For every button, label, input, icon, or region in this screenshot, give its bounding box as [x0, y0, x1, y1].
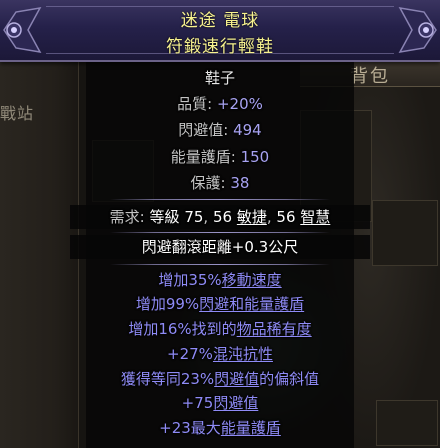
mod-keyword[interactable]: 混沌抗性 [213, 345, 273, 363]
item-base-type: 符鍛速行輕鞋 [166, 37, 274, 57]
explicit-mod: +75閃避值 [0, 393, 440, 413]
property-evasion: 閃避值: 494 [178, 121, 262, 139]
mod-text: 的偏斜值 [259, 370, 320, 388]
explicit-mod: +23最大能量護盾 [0, 418, 440, 438]
requirement-int-label: 智慧 [300, 208, 331, 226]
mod-text: 獲得等同23% [120, 370, 215, 388]
property-value: 38 [230, 174, 250, 192]
requirement-int-value: 56 [276, 208, 296, 226]
separator [110, 199, 330, 200]
property-label: 能量護盾 [170, 148, 231, 166]
requirement-dex-label: 敏捷 [236, 208, 267, 226]
property-quality: 品質: +20% [177, 95, 263, 113]
implicit-mod: 閃避翻滾距離+0.3公尺 [141, 238, 299, 256]
mod-text: +23最大 [159, 419, 221, 437]
tooltip-header: 迷途 電球 符鍛速行輕鞋 [0, 0, 440, 62]
explicit-mod: 增加16%找到的物品稀有度 [0, 319, 440, 339]
property-label: 保護 [190, 174, 221, 192]
requirement-level-label: 等級 [149, 208, 180, 226]
property-value: 150 [240, 148, 270, 166]
mod-keyword[interactable]: 閃避值 [214, 370, 259, 388]
property-label: 閃避值 [178, 121, 224, 139]
separator [110, 232, 330, 233]
item-tooltip: 迷途 電球 符鍛速行輕鞋 鞋子 品質: +20% 閃避值: 494 能量護盾: … [0, 0, 440, 448]
mod-text: 增加35% [158, 271, 222, 289]
property-value: +20% [216, 95, 263, 113]
explicit-mod: 獲得等同23%閃避值的偏斜值 [0, 369, 440, 389]
mod-keyword[interactable]: 物品稀有度 [237, 320, 312, 338]
property-value: 494 [233, 121, 262, 139]
property-energy-shield: 能量護盾: 150 [170, 148, 270, 166]
requirements-line: 需求: 等級 75, 56 敏捷, 56 智慧 [109, 208, 331, 226]
explicit-mod: 增加35%移動速度 [0, 270, 440, 290]
mod-text: +27% [167, 345, 213, 363]
explicit-mod: +27%混沌抗性 [0, 344, 440, 364]
mod-text: +75 [181, 394, 214, 412]
explicit-mod: 增加99%閃避和能量護盾 [0, 294, 440, 314]
item-class: 鞋子 [204, 69, 235, 87]
mod-keyword[interactable]: 移動速度 [222, 271, 282, 289]
separator [110, 264, 330, 265]
mod-keyword[interactable]: 能量護盾 [221, 419, 281, 437]
property-label: 品質 [177, 95, 208, 113]
requirement-dex-value: 56 [212, 208, 233, 226]
mod-keyword[interactable]: 閃避和能量護盾 [199, 295, 304, 313]
property-ward: 保護: 38 [190, 174, 250, 192]
mod-text: 增加99% [135, 295, 200, 313]
mod-text: 增加16%找到的 [128, 320, 237, 338]
mod-keyword[interactable]: 閃避值 [213, 394, 258, 412]
requirements-label: 需求: [109, 208, 145, 226]
requirement-level-value: 75 [184, 208, 204, 226]
item-name: 迷途 電球 [180, 11, 260, 31]
